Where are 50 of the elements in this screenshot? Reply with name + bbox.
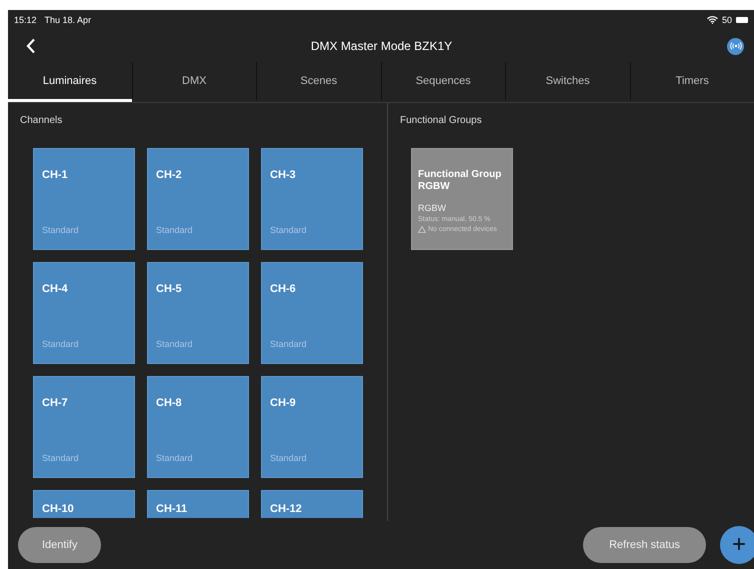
channel-mode: Standard — [156, 339, 193, 349]
broadcast-icon — [730, 42, 742, 50]
channel-tile[interactable]: CH-9 Standard — [261, 376, 363, 478]
channel-name: CH-10 — [42, 503, 74, 515]
channel-mode: Standard — [42, 453, 79, 463]
section-heading: Functional Groups — [399, 114, 483, 126]
channel-name: CH-2 — [156, 169, 182, 181]
channel-mode: Standard — [270, 453, 307, 463]
channel-mode: Standard — [42, 225, 79, 235]
channel-mode: Standard — [156, 453, 193, 463]
channel-name: CH-1 — [42, 169, 68, 181]
channel-tile[interactable]: CH-3 Standard — [261, 148, 363, 250]
status-date: Thu 18. Apr — [44, 15, 92, 25]
identify-button[interactable]: Identify — [18, 527, 102, 563]
group-type: RGBW — [418, 203, 446, 213]
channel-name: CH-12 — [270, 503, 302, 515]
channel-name: CH-6 — [270, 283, 296, 295]
wifi-icon — [706, 16, 718, 24]
channel-tile[interactable]: CH-4 Standard — [33, 262, 135, 364]
channel-tile[interactable]: CH-5 Standard — [147, 262, 249, 364]
channel-tile[interactable]: CH-1 Standard — [33, 148, 135, 250]
channel-name: CH-3 — [270, 169, 296, 181]
channel-mode: Standard — [156, 225, 193, 235]
battery-percent: 50 — [722, 15, 732, 25]
channel-name: CH-8 — [156, 397, 182, 409]
channel-name: CH-9 — [270, 397, 296, 409]
warning-icon — [418, 226, 426, 233]
channel-mode: Standard — [270, 225, 307, 235]
section-heading: Channels — [19, 114, 64, 126]
channel-tile[interactable]: CH-8 Standard — [147, 376, 249, 478]
back-button[interactable] — [26, 38, 36, 54]
channel-tile[interactable]: CH-10 — [33, 490, 135, 518]
channel-tile[interactable]: CH-12 — [261, 490, 363, 518]
channel-mode: Standard — [42, 339, 79, 349]
add-button[interactable]: + — [720, 526, 754, 564]
channel-name: CH-11 — [156, 503, 188, 515]
channel-name: CH-5 — [156, 283, 182, 295]
nav-title: DMX Master Mode BZK1Y — [310, 39, 454, 53]
group-title: Functional Group RGBW — [418, 169, 502, 193]
status-time: 15:12 — [14, 15, 37, 25]
channel-tile[interactable]: CH-11 — [147, 490, 249, 518]
battery-icon — [736, 17, 748, 23]
channel-mode: Standard — [270, 339, 307, 349]
channel-name: CH-4 — [42, 283, 68, 295]
channel-tile[interactable]: CH-6 Standard — [261, 262, 363, 364]
refresh-status-button[interactable]: Refresh status — [583, 527, 706, 563]
channel-name: CH-7 — [42, 397, 68, 409]
channel-tile[interactable]: CH-2 Standard — [147, 148, 249, 250]
broadcast-button[interactable] — [727, 38, 744, 54]
channel-tile[interactable]: CH-7 Standard — [33, 376, 135, 478]
